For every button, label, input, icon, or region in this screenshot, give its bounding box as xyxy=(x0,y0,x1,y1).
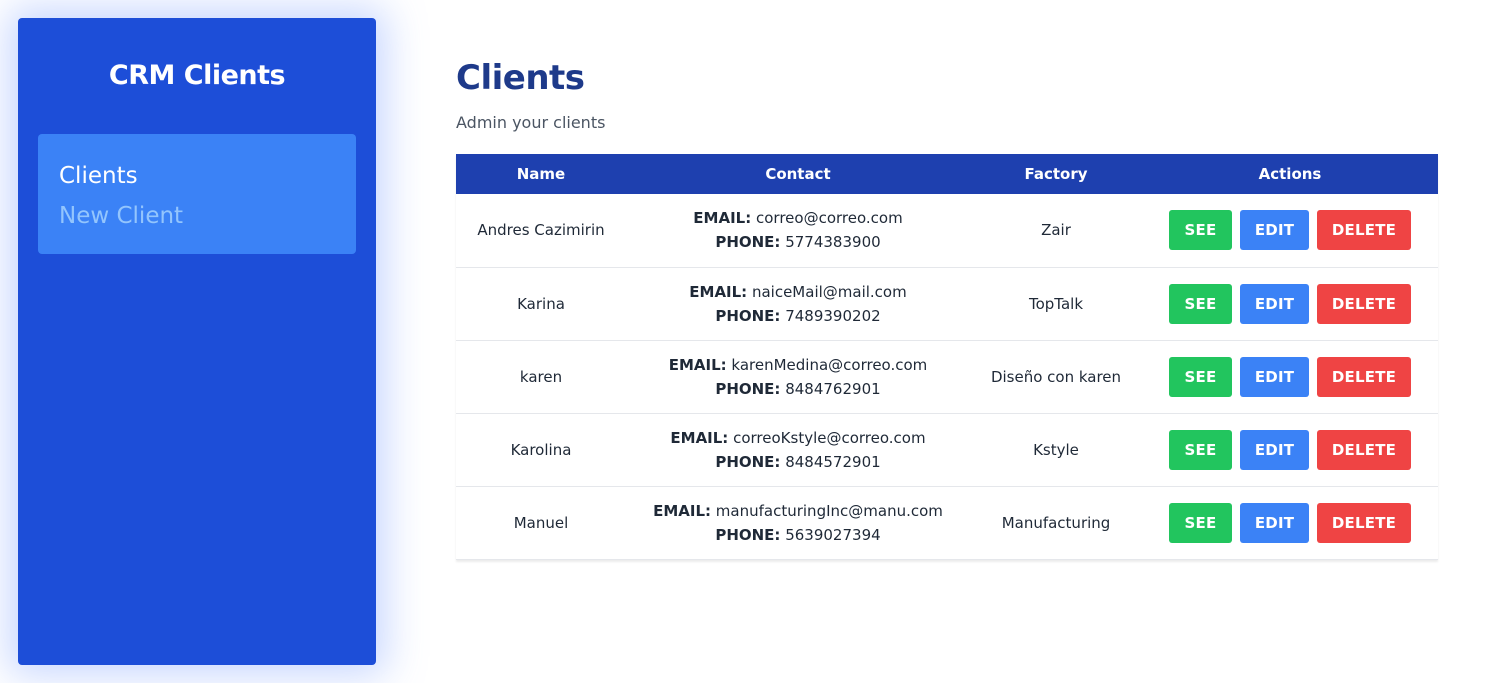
table-row: Manuel EMAIL: manufacturingInc@manu.com … xyxy=(456,486,1438,559)
email-label: EMAIL: xyxy=(693,209,752,228)
table-row: karen EMAIL: karenMedina@correo.com PHON… xyxy=(456,340,1438,413)
table-row: Karolina EMAIL: correoKstyle@correo.com … xyxy=(456,413,1438,486)
contact-phone-line: PHONE: 7489390202 xyxy=(626,304,970,328)
client-actions: SEE EDIT DELETE xyxy=(1142,194,1438,267)
client-factory: Kstyle xyxy=(1033,440,1079,459)
table-body: Andres Cazimirin EMAIL: correo@correo.co… xyxy=(456,194,1438,559)
table-row: Andres Cazimirin EMAIL: correo@correo.co… xyxy=(456,194,1438,267)
email-label: EMAIL: xyxy=(670,428,729,447)
delete-button[interactable]: DELETE xyxy=(1317,356,1411,397)
delete-button[interactable]: DELETE xyxy=(1317,283,1411,324)
client-name: Andres Cazimirin xyxy=(477,221,605,240)
table-header: Name Contact Factory Actions xyxy=(456,154,1438,194)
contact-email-line: EMAIL: correo@correo.com xyxy=(626,206,970,230)
client-email: correoKstyle@correo.com xyxy=(733,428,926,447)
see-button[interactable]: SEE xyxy=(1169,502,1232,543)
phone-label: PHONE: xyxy=(715,452,781,471)
actions-group: SEE EDIT DELETE xyxy=(1142,356,1438,397)
nav-item-clients[interactable]: Clients xyxy=(59,163,138,189)
contact-email-line: EMAIL: karenMedina@correo.com xyxy=(626,353,970,377)
phone-label: PHONE: xyxy=(715,379,781,398)
actions-group: SEE EDIT DELETE xyxy=(1142,210,1438,251)
client-actions: SEE EDIT DELETE xyxy=(1142,340,1438,413)
page-title: Clients xyxy=(456,58,585,98)
sidebar: CRM Clients Clients New Client xyxy=(18,18,376,665)
actions-group: SEE EDIT DELETE xyxy=(1142,502,1438,543)
client-name: Karolina xyxy=(510,440,572,459)
client-phone: 8484572901 xyxy=(785,452,881,471)
client-email: correo@correo.com xyxy=(756,209,903,228)
delete-button[interactable]: DELETE xyxy=(1317,210,1411,251)
delete-button[interactable]: DELETE xyxy=(1317,502,1411,543)
see-button[interactable]: SEE xyxy=(1169,210,1232,251)
client-contact: EMAIL: karenMedina@correo.com PHONE: 848… xyxy=(626,340,970,413)
client-contact: EMAIL: correo@correo.com PHONE: 57743839… xyxy=(626,194,970,267)
client-factory: Manufacturing xyxy=(1001,513,1111,532)
nav-item-new-client[interactable]: New Client xyxy=(59,203,183,229)
client-name: Manuel xyxy=(513,513,569,532)
header-contact: Contact xyxy=(765,165,831,183)
client-phone: 7489390202 xyxy=(785,306,881,325)
phone-label: PHONE: xyxy=(715,306,781,325)
edit-button[interactable]: EDIT xyxy=(1240,283,1309,324)
edit-button[interactable]: EDIT xyxy=(1240,210,1309,251)
email-label: EMAIL: xyxy=(668,355,727,374)
contact-phone-line: PHONE: 8484762901 xyxy=(626,377,970,401)
header-factory: Factory xyxy=(1024,165,1088,183)
client-factory: Zair xyxy=(1041,221,1071,240)
client-phone: 5639027394 xyxy=(785,525,881,544)
actions-group: SEE EDIT DELETE xyxy=(1142,429,1438,470)
clients-table: Name Contact Factory Actions Andres Cazi… xyxy=(456,154,1438,560)
edit-button[interactable]: EDIT xyxy=(1240,356,1309,397)
actions-group: SEE EDIT DELETE xyxy=(1142,283,1438,324)
client-name: karen xyxy=(519,367,563,386)
contact-email-line: EMAIL: naiceMail@mail.com xyxy=(626,280,970,304)
see-button[interactable]: SEE xyxy=(1169,356,1232,397)
email-label: EMAIL: xyxy=(689,282,748,301)
header-name: Name xyxy=(516,165,566,183)
delete-button[interactable]: DELETE xyxy=(1317,429,1411,470)
see-button[interactable]: SEE xyxy=(1169,283,1232,324)
contact-email-line: EMAIL: correoKstyle@correo.com xyxy=(626,426,970,450)
page-subtitle: Admin your clients xyxy=(456,113,606,132)
phone-label: PHONE: xyxy=(715,233,781,252)
clients-table-wrapper: Name Contact Factory Actions Andres Cazi… xyxy=(456,154,1438,560)
client-email: naiceMail@mail.com xyxy=(751,282,907,301)
client-email: manufacturingInc@manu.com xyxy=(715,501,943,520)
phone-label: PHONE: xyxy=(715,525,781,544)
client-factory: Diseño con karen xyxy=(990,367,1122,386)
contact-phone-line: PHONE: 5639027394 xyxy=(626,523,970,547)
header-actions: Actions xyxy=(1258,165,1322,183)
edit-button[interactable]: EDIT xyxy=(1240,429,1309,470)
sidebar-title: CRM Clients xyxy=(108,60,286,91)
client-actions: SEE EDIT DELETE xyxy=(1142,267,1438,340)
client-actions: SEE EDIT DELETE xyxy=(1142,486,1438,559)
client-factory: TopTalk xyxy=(1028,294,1084,313)
contact-phone-line: PHONE: 8484572901 xyxy=(626,450,970,474)
contact-email-line: EMAIL: manufacturingInc@manu.com xyxy=(626,499,970,523)
edit-button[interactable]: EDIT xyxy=(1240,502,1309,543)
contact-phone-line: PHONE: 5774383900 xyxy=(626,230,970,254)
see-button[interactable]: SEE xyxy=(1169,429,1232,470)
client-email: karenMedina@correo.com xyxy=(731,355,928,374)
client-contact: EMAIL: correoKstyle@correo.com PHONE: 84… xyxy=(626,413,970,486)
table-row: Karina EMAIL: naiceMail@mail.com PHONE: … xyxy=(456,267,1438,340)
client-phone: 8484762901 xyxy=(785,379,881,398)
client-actions: SEE EDIT DELETE xyxy=(1142,413,1438,486)
client-contact: EMAIL: naiceMail@mail.com PHONE: 7489390… xyxy=(626,267,970,340)
client-phone: 5774383900 xyxy=(785,233,881,252)
client-contact: EMAIL: manufacturingInc@manu.com PHONE: … xyxy=(626,486,970,559)
client-name: Karina xyxy=(517,294,565,313)
email-label: EMAIL: xyxy=(653,501,712,520)
sidebar-nav: Clients New Client xyxy=(38,134,356,254)
